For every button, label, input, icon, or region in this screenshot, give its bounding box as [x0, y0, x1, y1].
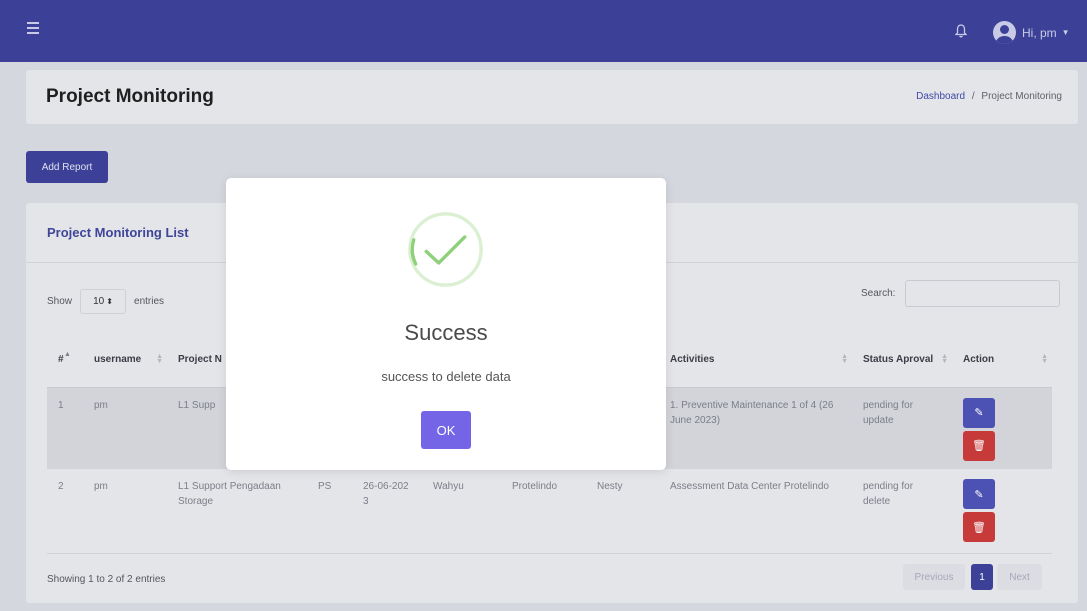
- success-modal: Success success to delete data OK: [226, 178, 666, 470]
- user-menu[interactable]: Hi, pm ▼: [993, 21, 1070, 44]
- delete-button[interactable]: 🗑: [963, 430, 995, 461]
- sort-icon: ▲ ▼: [156, 353, 163, 365]
- modal-title: Success: [404, 320, 488, 345]
- ok-button[interactable]: OK: [421, 411, 471, 449]
- breadcrumb-dashboard-link[interactable]: Dashboard: [916, 91, 965, 102]
- sort-icon: ▲ ▼: [941, 353, 948, 365]
- select-arrows-icon: ⬍: [106, 297, 113, 306]
- cell-5: 26-06-2023: [363, 481, 409, 507]
- cell-activities: Assessment Data Center Protelindo: [670, 481, 829, 492]
- modal-message: success to delete data: [381, 369, 511, 384]
- cell-7: Protelindo: [512, 481, 558, 492]
- page-length-value: 10: [93, 296, 105, 307]
- column-header-action[interactable]: Action ▲ ▼: [952, 332, 1052, 387]
- pagination: Previous 1 Next: [903, 564, 1042, 590]
- cell-8: Nesty: [597, 481, 623, 492]
- edit-button[interactable]: ✎: [963, 397, 995, 428]
- list-title: Project Monitoring List: [47, 225, 189, 240]
- edit-button[interactable]: ✎: [963, 479, 995, 509]
- search-label: Search:: [861, 288, 896, 299]
- cell-6: Wahyu: [433, 481, 464, 492]
- column-header-activities[interactable]: Activities ▲ ▼: [659, 332, 852, 387]
- table-row: 2 pm L1 Support Pengadaan Storage PS 26-…: [47, 469, 1052, 553]
- breadcrumb-current: Project Monitoring: [981, 91, 1062, 102]
- trash-icon: 🗑: [972, 521, 986, 534]
- page-header: Project Monitoring Dashboard / Project M…: [26, 70, 1078, 124]
- cell-number: 1: [58, 399, 64, 411]
- pencil-icon: ✎: [974, 488, 984, 501]
- cell-action: ✎ 🗑: [952, 469, 1052, 553]
- pencil-icon: ✎: [974, 407, 984, 419]
- entries-label: entries: [134, 296, 165, 307]
- add-report-button[interactable]: Add Report: [26, 151, 108, 183]
- user-greeting: Hi, pm: [1022, 25, 1057, 40]
- avatar-icon: [993, 21, 1016, 44]
- page-length-select[interactable]: 10 ⬍: [80, 289, 127, 314]
- bell-icon[interactable]: [955, 24, 967, 38]
- cell-status: pending for update: [863, 399, 914, 426]
- success-check-icon: [408, 212, 483, 287]
- breadcrumb: Dashboard / Project Monitoring: [916, 91, 1062, 102]
- pagination-page-1[interactable]: 1: [971, 564, 993, 590]
- menu-icon[interactable]: [27, 22, 39, 34]
- trash-icon: 🗑: [972, 440, 986, 452]
- sort-icon: ▲: [64, 351, 71, 358]
- column-header-username[interactable]: username ▲ ▼: [83, 332, 167, 387]
- cell-status: pending for delete: [863, 481, 914, 507]
- cell-number: 2: [58, 481, 64, 492]
- cell-username: pm: [94, 399, 108, 411]
- column-header-status[interactable]: Status Aproval ▲ ▼: [852, 332, 952, 387]
- page-title: Project Monitoring: [46, 86, 214, 107]
- table-info: Showing 1 to 2 of 2 entries: [47, 574, 166, 585]
- show-label: Show: [47, 296, 73, 307]
- cell-action: ✎ 🗑: [952, 387, 1052, 469]
- top-navbar: Hi, pm ▼: [0, 0, 1087, 62]
- pagination-previous[interactable]: Previous: [903, 564, 965, 590]
- sort-icon: ▲ ▼: [1041, 353, 1048, 365]
- pagination-next[interactable]: Next: [997, 564, 1042, 590]
- delete-button[interactable]: 🗑: [963, 512, 995, 542]
- cell-username: pm: [94, 481, 108, 492]
- chevron-down-icon: ▼: [1061, 28, 1070, 37]
- column-header-number[interactable]: # ▲: [47, 332, 83, 387]
- search-input[interactable]: [905, 280, 1060, 307]
- sort-icon: ▲ ▼: [841, 353, 848, 365]
- page-length-control: Show 10 ⬍ entries: [47, 289, 164, 314]
- cell-activities: 1. Preventive Maintenance 1 of 4 (26 Jun…: [670, 399, 834, 426]
- cell-4: PS: [318, 481, 332, 492]
- cell-project: L1 Support Pengadaan Storage: [178, 481, 281, 507]
- breadcrumb-separator: /: [971, 91, 975, 102]
